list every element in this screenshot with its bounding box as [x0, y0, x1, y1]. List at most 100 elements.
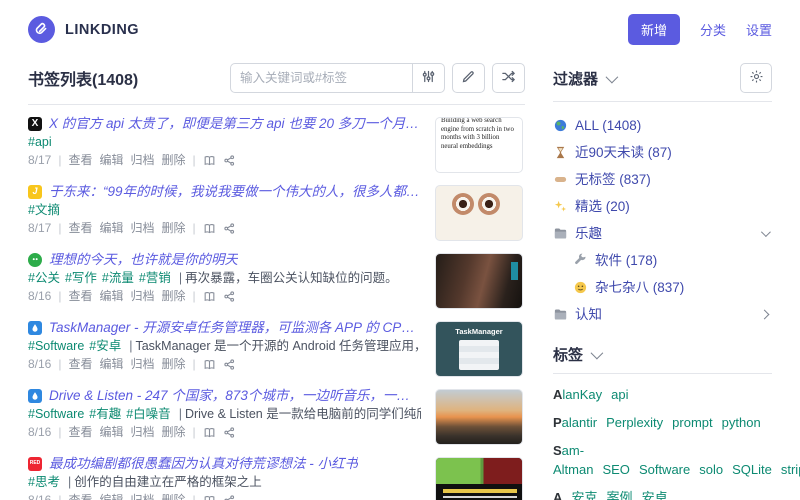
- bookmark-action-view[interactable]: 查看: [68, 493, 92, 500]
- chevron-right-icon[interactable]: [759, 309, 770, 320]
- tag-link[interactable]: prompt: [672, 415, 712, 430]
- bookmark-action-view[interactable]: 查看: [68, 357, 92, 371]
- bookmark-action-view[interactable]: 查看: [68, 425, 92, 439]
- bookmark-action-edit[interactable]: 编辑: [100, 493, 124, 500]
- bookmark-action-delete[interactable]: 删除: [162, 153, 186, 167]
- filter-settings-button[interactable]: [740, 63, 772, 93]
- tag-link[interactable]: api: [611, 387, 628, 402]
- bookmark-action-delete[interactable]: 删除: [162, 425, 186, 439]
- filter-item-tag[interactable]: 无标签 (837): [553, 166, 772, 193]
- bookmark-thumbnail[interactable]: [435, 389, 523, 445]
- tag-link[interactable]: Palantir: [553, 415, 597, 430]
- bookmark-action-view[interactable]: 查看: [68, 289, 92, 303]
- bookmark-tag[interactable]: #Software: [28, 339, 84, 353]
- bookmark-title-link[interactable]: 理想的今天，也许就是你的明天: [49, 250, 238, 269]
- filter-item-sparkles[interactable]: 精选 (20): [553, 193, 772, 220]
- bookmark-title-link[interactable]: 于东来：“99年的时候，我说我要做一个伟大的人，很多人都说我: [49, 182, 421, 201]
- reader-view-icon[interactable]: [203, 154, 216, 167]
- search-input[interactable]: [230, 63, 412, 93]
- bookmark-tag[interactable]: #api: [28, 135, 52, 149]
- bookmark-tag[interactable]: #营销: [139, 271, 171, 285]
- bookmark-tag[interactable]: #有趣: [89, 407, 121, 421]
- tag-link[interactable]: Perplexity: [606, 415, 663, 430]
- reader-view-icon[interactable]: [203, 222, 216, 235]
- bookmark-action-archive[interactable]: 归档: [131, 493, 155, 500]
- bookmark-action-edit[interactable]: 编辑: [100, 289, 124, 303]
- settings-link[interactable]: 设置: [746, 20, 772, 39]
- bulk-edit-button[interactable]: [452, 63, 485, 93]
- bookmark-action-archive[interactable]: 归档: [131, 425, 155, 439]
- bookmark-thumbnail[interactable]: [435, 253, 523, 309]
- reader-view-icon[interactable]: [203, 290, 216, 303]
- tag-link[interactable]: 安克: [572, 490, 598, 500]
- bookmark-action-delete[interactable]: 删除: [162, 493, 186, 500]
- tag-link[interactable]: Software: [639, 462, 690, 477]
- share-icon[interactable]: [223, 358, 236, 371]
- tag-link[interactable]: 安卓: [642, 490, 668, 500]
- chevron-down-icon[interactable]: [605, 70, 619, 83]
- categories-link[interactable]: 分类: [700, 20, 726, 39]
- tag-link[interactable]: Sam-Altman: [553, 443, 593, 477]
- bookmark-title-link[interactable]: X 的官方 api 太贵了，即便是第三方 api 也要 20 多刀一个月 而 t…: [49, 114, 421, 133]
- bookmark-title-link[interactable]: 最成功编剧都很愚蠢因为认真对待荒谬想法 - 小红书: [49, 454, 358, 473]
- share-icon[interactable]: [223, 154, 236, 167]
- bookmark-thumbnail[interactable]: TaskManager: [435, 321, 523, 377]
- bookmark-actions: 查看 编辑 归档 删除: [68, 491, 185, 500]
- filter-item-smiley[interactable]: 杂七杂八 (837): [553, 274, 772, 301]
- bookmark-thumbnail[interactable]: [435, 457, 523, 500]
- random-order-button[interactable]: [492, 63, 525, 93]
- bookmark-action-edit[interactable]: 编辑: [100, 425, 124, 439]
- filter-item-hourglass[interactable]: 近90天未读 (87): [553, 139, 772, 166]
- share-icon[interactable]: [223, 290, 236, 303]
- share-icon[interactable]: [223, 426, 236, 439]
- bookmark-action-edit[interactable]: 编辑: [100, 221, 124, 235]
- filter-item-wrench[interactable]: 软件 (178): [553, 247, 772, 274]
- bookmark-action-delete[interactable]: 删除: [162, 221, 186, 235]
- reader-view-icon[interactable]: [203, 358, 216, 371]
- gear-icon: [749, 69, 764, 87]
- tag-link[interactable]: SQLite: [732, 462, 772, 477]
- bookmark-thumbnail[interactable]: [435, 185, 523, 241]
- filter-item-globe[interactable]: ALL (1408): [553, 112, 772, 139]
- tag-link[interactable]: solo: [699, 462, 723, 477]
- reader-view-icon[interactable]: [203, 494, 216, 500]
- search-options-button[interactable]: [412, 63, 445, 93]
- bookmark-tag[interactable]: #安卓: [89, 339, 121, 353]
- filter-item-folder[interactable]: 认知: [553, 301, 772, 328]
- bookmark-action-archive[interactable]: 归档: [131, 357, 155, 371]
- bookmark-tag[interactable]: #白噪音: [126, 407, 170, 421]
- bookmark-action-delete[interactable]: 删除: [162, 289, 186, 303]
- chevron-down-icon[interactable]: [590, 346, 604, 360]
- add-bookmark-button[interactable]: 新增: [627, 14, 680, 45]
- bookmark-action-archive[interactable]: 归档: [131, 221, 155, 235]
- bookmark-action-archive[interactable]: 归档: [131, 153, 155, 167]
- sliders-icon: [421, 69, 436, 87]
- share-icon[interactable]: [223, 494, 236, 500]
- bookmark-tag[interactable]: #公关: [28, 271, 60, 285]
- filter-item-folder[interactable]: 乐趣: [553, 220, 772, 247]
- tag-link[interactable]: stripe: [781, 462, 800, 477]
- bookmark-tag[interactable]: #文摘: [28, 203, 60, 217]
- tag-link[interactable]: AlanKay: [553, 387, 602, 402]
- bookmark-thumbnail[interactable]: Building a web search engine from scratc…: [435, 117, 523, 173]
- share-icon[interactable]: [223, 222, 236, 235]
- chevron-down-icon[interactable]: [760, 227, 771, 238]
- bookmark-title-link[interactable]: Drive & Listen - 247 个国家，873个城市，一边听音乐，一边…: [49, 386, 421, 405]
- bookmark-action-edit[interactable]: 编辑: [100, 153, 124, 167]
- bookmark-tag[interactable]: #流量: [102, 271, 134, 285]
- bookmark-action-delete[interactable]: 删除: [162, 357, 186, 371]
- bookmark-tag[interactable]: #思考: [28, 475, 60, 489]
- brand[interactable]: LINKDING: [28, 16, 139, 43]
- bookmark-title-link[interactable]: TaskManager - 开源安卓任务管理器，可监测各 APP 的 CPU、内…: [49, 318, 421, 337]
- bookmark-date: 8/17: [28, 153, 52, 167]
- reader-view-icon[interactable]: [203, 426, 216, 439]
- tag-link[interactable]: 案例: [607, 490, 633, 500]
- tag-link[interactable]: SEO: [602, 462, 629, 477]
- bookmark-tag[interactable]: #Software: [28, 407, 84, 421]
- tag-link[interactable]: python: [722, 415, 761, 430]
- bookmark-action-archive[interactable]: 归档: [131, 289, 155, 303]
- bookmark-action-view[interactable]: 查看: [68, 153, 92, 167]
- bookmark-action-view[interactable]: 查看: [68, 221, 92, 235]
- bookmark-action-edit[interactable]: 编辑: [100, 357, 124, 371]
- bookmark-tag[interactable]: #写作: [65, 271, 97, 285]
